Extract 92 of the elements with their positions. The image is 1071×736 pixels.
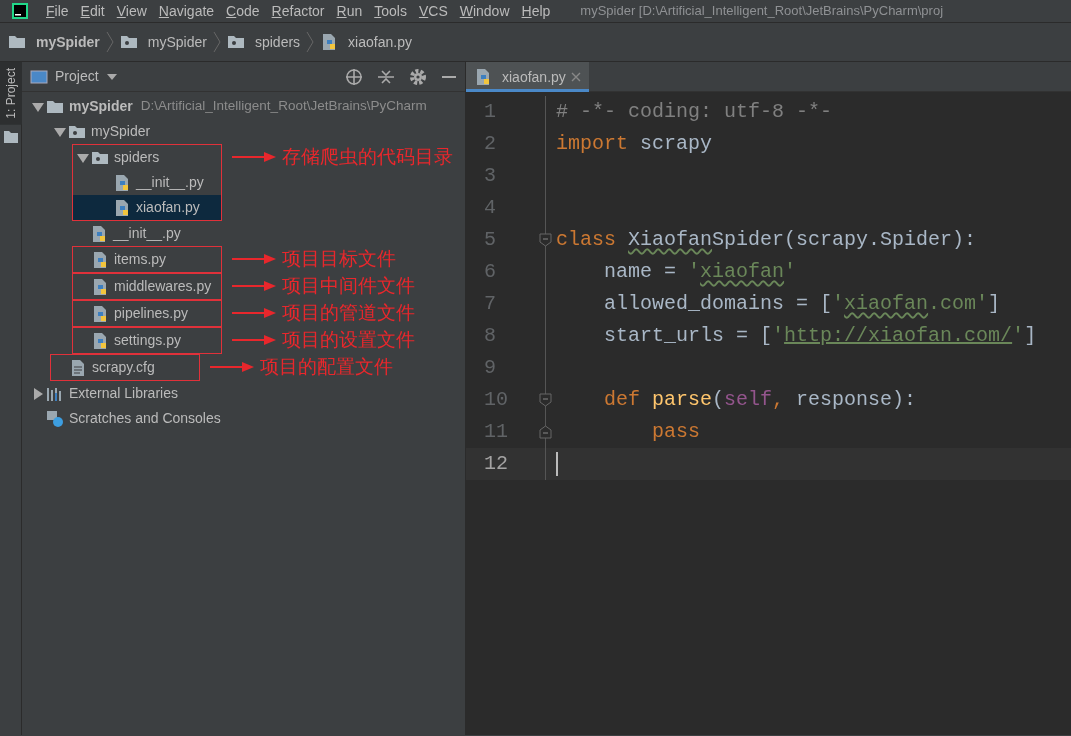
breadcrumb-item[interactable]: mySpider — [8, 31, 100, 53]
python-file-icon — [91, 250, 109, 269]
menu-item[interactable]: Edit — [74, 0, 111, 22]
tree-item[interactable]: External Libraries — [22, 381, 465, 406]
folder-icon — [226, 33, 245, 51]
annotation-text: 项目的管道文件 — [282, 301, 415, 325]
annotation-arrow — [210, 361, 254, 373]
code-line: import scrapy — [556, 131, 713, 157]
panel-title: Project — [55, 67, 99, 86]
menu-item[interactable]: File — [40, 0, 75, 22]
annotation-text: 项目的配置文件 — [260, 355, 393, 379]
menu-item[interactable]: Window — [453, 0, 516, 22]
menu-item[interactable]: Navigate — [152, 0, 221, 22]
annotation-arrow — [232, 253, 276, 265]
python-file-icon — [91, 304, 109, 323]
side-tab[interactable]: 1: Project — [0, 62, 22, 125]
menu-item[interactable]: Refactor — [265, 0, 331, 22]
folder-icon — [119, 33, 138, 51]
expand-arrow-icon[interactable] — [54, 125, 66, 138]
line-number: 11 — [484, 420, 508, 443]
line-number: 7 — [484, 292, 496, 315]
code-line: start_urls = ['http://xiaofan.com/'] — [603, 323, 1037, 349]
chevron-icon — [212, 31, 221, 53]
tree-item[interactable]: __init__.py — [22, 221, 465, 246]
breadcrumb-item[interactable]: mySpider — [119, 31, 207, 53]
menu-item[interactable]: Run — [330, 0, 369, 22]
collapse-arrow-icon[interactable] — [32, 387, 44, 400]
python-file-icon — [113, 198, 131, 217]
line-number: 9 — [484, 356, 496, 379]
line-number: 2 — [484, 132, 496, 155]
chevron-icon — [306, 31, 315, 53]
window-title: mySpider [D:\Artificial_Intelligent_Root\JetBrains\PyCharm\proj — [580, 2, 944, 21]
text-file-icon — [69, 358, 87, 377]
scratches-icon — [46, 409, 64, 428]
breadcrumb-item[interactable]: spiders — [226, 31, 301, 53]
tree-item[interactable]: spiders — [73, 145, 221, 170]
menu-item[interactable]: VCS — [412, 0, 454, 22]
menu-item[interactable]: Tools — [368, 0, 413, 22]
tree-item[interactable]: settings.py — [73, 328, 221, 353]
tree-item[interactable]: mySpider D:\Artificial_Intelligent_Root\JetBrains\PyCharm — [22, 94, 465, 119]
annotation-text: 存储爬虫的代码目录 — [282, 145, 453, 169]
tree-item[interactable]: xiaofan.py — [73, 195, 221, 220]
tree-item[interactable]: middlewares.py — [73, 274, 221, 299]
annotation-text: 项目目标文件 — [282, 247, 396, 271]
tree-item[interactable]: scrapy.cfg — [51, 355, 199, 380]
annotation-arrow — [232, 307, 276, 319]
python-file-icon — [91, 277, 109, 296]
tree-item[interactable]: pipelines.py — [73, 301, 221, 326]
dropdown-icon[interactable] — [105, 72, 118, 81]
code-line: allowed_domains = ['xiaofan.com'] — [603, 291, 1001, 317]
python-file-icon — [91, 331, 109, 350]
tree-item[interactable]: __init__.py — [73, 170, 221, 195]
tree-item[interactable]: mySpider — [22, 119, 465, 144]
line-number: 8 — [484, 324, 496, 347]
code-line: class XiaofanSpider(scrapy.Spider): — [556, 227, 977, 253]
code-line: name = 'xiaofan' — [603, 259, 797, 285]
line-number: 1 — [484, 100, 496, 123]
settings-icon[interactable] — [409, 67, 427, 86]
annotation-arrow — [232, 151, 276, 163]
annotation-arrow — [232, 280, 276, 292]
line-number: 10 — [484, 388, 508, 411]
code-line: def parse(self, response): — [603, 387, 917, 413]
folder-icon — [4, 130, 18, 143]
expand-arrow-icon[interactable] — [77, 151, 89, 164]
menu-item[interactable]: Help — [515, 0, 557, 22]
code-line: # -*- coding: utf-8 -*- — [556, 99, 833, 125]
annotation-text: 项目中间件文件 — [282, 274, 415, 298]
python-file-icon — [113, 173, 131, 192]
line-number: 6 — [484, 260, 496, 283]
tree-item[interactable]: Scratches and Consoles — [22, 406, 465, 431]
text-cursor — [556, 452, 558, 476]
annotation-arrow — [232, 334, 276, 346]
editor-tab[interactable]: xiaofan.py — [466, 62, 589, 92]
breadcrumb-item[interactable]: xiaofan.py — [320, 31, 412, 53]
annotation-text: 项目的设置文件 — [282, 328, 415, 352]
target-icon[interactable] — [345, 67, 363, 86]
panel-icon — [30, 68, 48, 85]
chevron-icon — [105, 31, 114, 53]
line-number: 4 — [484, 196, 496, 219]
menu-item[interactable]: View — [110, 0, 153, 22]
python-file-icon — [90, 224, 108, 243]
folder-icon — [8, 33, 26, 51]
app-logo-icon — [12, 3, 28, 19]
code-line: pass — [651, 419, 701, 445]
tree-item[interactable]: items.py — [73, 247, 221, 272]
line-number: 12 — [484, 452, 508, 475]
line-number: 5 — [484, 228, 496, 251]
line-number: 3 — [484, 164, 496, 187]
collapse-icon[interactable] — [377, 67, 395, 86]
python-file-icon — [474, 68, 492, 86]
expand-arrow-icon[interactable] — [32, 100, 44, 113]
menu-item[interactable]: Code — [220, 0, 266, 22]
